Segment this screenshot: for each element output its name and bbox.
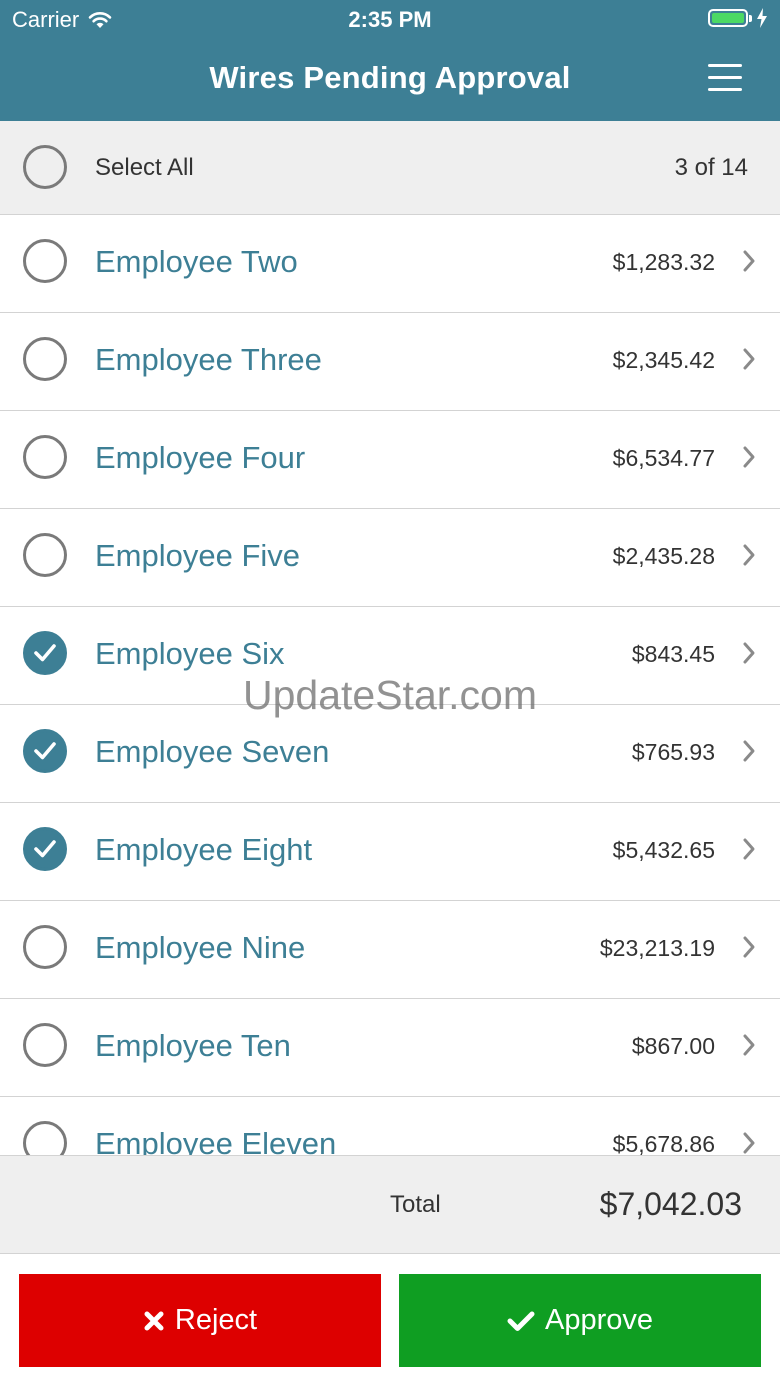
checkmark-icon — [34, 644, 56, 662]
reject-label: Reject — [174, 1304, 258, 1336]
wire-amount: $2,435.28 — [612, 543, 715, 569]
chevron-right-icon — [742, 1033, 756, 1062]
wire-amount: $5,678.86 — [612, 1131, 715, 1155]
wire-row[interactable]: Employee Two $1,283.32 — [0, 215, 780, 313]
chevron-right-icon — [742, 1131, 756, 1155]
checkmark-icon — [34, 840, 56, 858]
employee-name: Employee Two — [95, 244, 298, 279]
chevron-right-icon — [742, 641, 756, 670]
chevron-right-icon — [742, 739, 756, 768]
total-label: Total — [390, 1191, 441, 1218]
selection-count: 3 of 14 — [674, 154, 748, 181]
chevron-right-icon — [742, 543, 756, 572]
wire-row[interactable]: Employee Nine $23,213.19 — [0, 901, 780, 999]
charging-bolt-icon — [757, 8, 767, 28]
chevron-right-icon — [742, 445, 756, 474]
wire-amount: $843.45 — [631, 641, 715, 667]
total-bar: Total $7,042.03 — [0, 1155, 780, 1254]
wire-row[interactable]: Employee Five $2,435.28 — [0, 509, 780, 607]
status-time: 2:35 PM — [348, 7, 432, 32]
row-checkbox-checked[interactable] — [23, 827, 67, 871]
employee-name: Employee Four — [95, 440, 306, 475]
checkmark-icon — [507, 1311, 535, 1331]
employee-name: Employee Eleven — [95, 1126, 337, 1155]
close-icon — [144, 1311, 164, 1330]
checkmark-icon — [34, 742, 56, 760]
chevron-right-icon — [742, 837, 756, 866]
employee-name: Employee Eight — [95, 832, 313, 867]
wire-list: Employee Two $1,283.32 Employee Three $2,34… — [0, 215, 780, 1155]
page-title: Wires Pending Approval — [209, 60, 571, 95]
wire-amount: $2,345.42 — [612, 347, 715, 373]
employee-name: Employee Seven — [95, 734, 330, 769]
chevron-right-icon — [742, 347, 756, 376]
wire-amount: $6,534.77 — [612, 445, 715, 471]
approve-button[interactable]: Approve — [399, 1274, 761, 1367]
total-value: $7,042.03 — [599, 1186, 742, 1222]
row-checkbox[interactable] — [23, 435, 67, 479]
wire-row[interactable]: Employee Eleven $5,678.86 — [0, 1097, 780, 1155]
row-checkbox-checked[interactable] — [23, 631, 67, 675]
reject-button[interactable]: Reject — [19, 1274, 381, 1367]
hamburger-icon — [708, 64, 742, 67]
wire-row[interactable]: Employee Ten $867.00 — [0, 999, 780, 1097]
wire-amount: $1,283.32 — [612, 249, 715, 275]
row-checkbox[interactable] — [23, 337, 67, 381]
approve-label: Approve — [544, 1304, 653, 1336]
wire-amount: $765.93 — [631, 739, 715, 765]
battery-icon — [708, 9, 748, 27]
wire-amount: $5,432.65 — [612, 837, 715, 863]
wire-amount: $23,213.19 — [599, 935, 715, 961]
select-all-bar: Select All 3 of 14 — [0, 121, 780, 215]
wire-row[interactable]: Employee Six $843.45 — [0, 607, 780, 705]
row-checkbox[interactable] — [23, 533, 67, 577]
battery-indicator — [708, 8, 768, 28]
row-checkbox[interactable] — [23, 1121, 67, 1155]
wire-amount: $867.00 — [631, 1033, 715, 1059]
employee-name: Employee Five — [95, 538, 301, 573]
header: Carrier 2:35 PM Wires Pending Approval — [0, 0, 780, 121]
wire-row[interactable]: Employee Three $2,345.42 — [0, 313, 780, 411]
select-all-radio[interactable] — [23, 145, 67, 189]
row-checkbox-checked[interactable] — [23, 729, 67, 773]
employee-name: Employee Nine — [95, 930, 306, 965]
menu-button[interactable] — [708, 64, 742, 92]
wire-row[interactable]: Employee Eight $5,432.65 — [0, 803, 780, 901]
chevron-right-icon — [742, 935, 756, 964]
row-checkbox[interactable] — [23, 1023, 67, 1067]
select-all-label[interactable]: Select All — [95, 154, 194, 182]
row-checkbox[interactable] — [23, 925, 67, 969]
row-checkbox[interactable] — [23, 239, 67, 283]
employee-name: Employee Six — [95, 636, 285, 671]
chevron-right-icon — [742, 249, 756, 278]
wire-row[interactable]: Employee Seven $765.93 — [0, 705, 780, 803]
employee-name: Employee Ten — [95, 1028, 291, 1063]
employee-name: Employee Three — [95, 342, 322, 377]
action-bar: Reject Approve — [0, 1254, 780, 1387]
wire-row[interactable]: Employee Four $6,534.77 — [0, 411, 780, 509]
